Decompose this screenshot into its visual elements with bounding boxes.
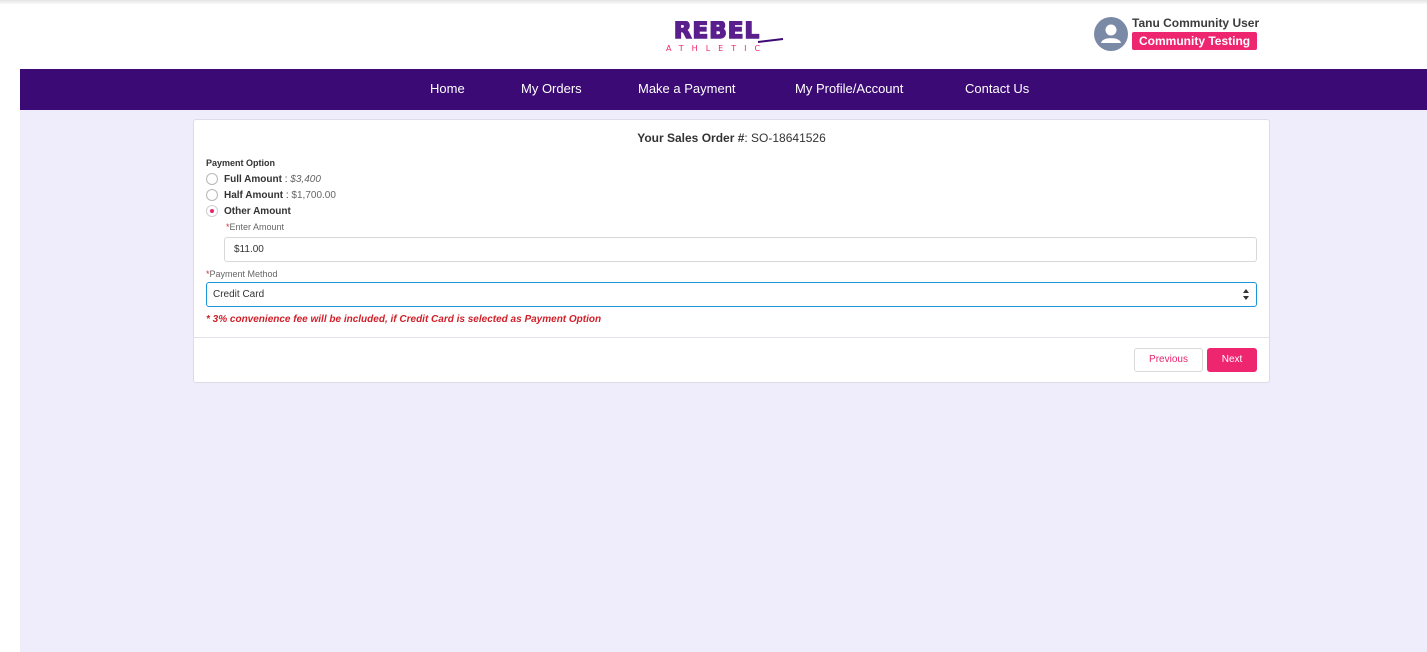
- rebel-athletic-logo[interactable]: REBEL ATHLETIC: [650, 21, 784, 55]
- nav-item-contact-us[interactable]: Contact Us: [965, 69, 1029, 110]
- option-other-amount-label: Other Amount: [224, 205, 291, 217]
- select-spinner-icon: [1243, 289, 1249, 300]
- nav-item-make-a-payment[interactable]: Make a Payment: [638, 69, 736, 110]
- radio-half-amount[interactable]: [206, 189, 218, 201]
- payment-method-select[interactable]: Credit Card: [206, 282, 1257, 307]
- sales-order-label: Your Sales Order #: [637, 131, 745, 145]
- payment-card: Your Sales Order #: SO-18641526 Payment …: [193, 119, 1270, 383]
- nav-item-my-profile-account[interactable]: My Profile/Account: [795, 69, 903, 110]
- sales-order-number: SO-18641526: [751, 131, 826, 145]
- left-margin: [0, 69, 20, 652]
- option-half-amount-label: Half Amount: [224, 189, 284, 201]
- payment-option-label: Payment Option: [206, 158, 276, 168]
- nav-item-home[interactable]: Home: [430, 69, 465, 110]
- radio-other-amount[interactable]: [206, 205, 218, 217]
- sales-order-title: Your Sales Order #: SO-18641526: [194, 131, 1269, 145]
- nav-item-my-orders[interactable]: My Orders: [521, 69, 582, 110]
- convenience-fee-note: * 3% convenience fee will be included, i…: [206, 314, 602, 325]
- payment-method-label: *Payment Method: [206, 269, 278, 279]
- user-menu[interactable]: Tanu Community User Community Testing: [1094, 16, 1259, 56]
- enter-amount-label: *Enter Amount: [226, 222, 285, 232]
- amount-input[interactable]: $11.00: [224, 237, 1257, 262]
- user-badge: Community Testing: [1132, 32, 1258, 50]
- footer-divider: [194, 337, 1269, 338]
- user-info: Tanu Community User Community Testing: [1132, 16, 1259, 50]
- main-content: Your Sales Order #: SO-18641526 Payment …: [20, 110, 1427, 652]
- option-other-amount[interactable]: Other Amount: [206, 204, 291, 218]
- option-full-amount[interactable]: Full Amount : $3,400: [206, 172, 321, 186]
- option-half-amount[interactable]: Half Amount : $1,700.00: [206, 188, 336, 202]
- option-full-amount-value: $3,400: [290, 173, 321, 185]
- site-header: REBEL ATHLETIC Tanu Community User Commu…: [0, 4, 1427, 69]
- radio-full-amount[interactable]: [206, 173, 218, 185]
- option-full-amount-label: Full Amount: [224, 173, 282, 185]
- payment-method-value: Credit Card: [213, 289, 265, 300]
- user-name: Tanu Community User: [1132, 16, 1260, 30]
- logo-wordmark: REBEL: [674, 21, 760, 44]
- next-button[interactable]: Next: [1207, 348, 1257, 372]
- logo-subtext: ATHLETIC: [666, 44, 768, 53]
- main-navigation: Home My Orders Make a Payment My Profile…: [20, 69, 1427, 110]
- previous-button[interactable]: Previous: [1134, 348, 1203, 372]
- user-avatar-icon: [1094, 17, 1128, 51]
- option-half-amount-value: $1,700.00: [291, 189, 336, 201]
